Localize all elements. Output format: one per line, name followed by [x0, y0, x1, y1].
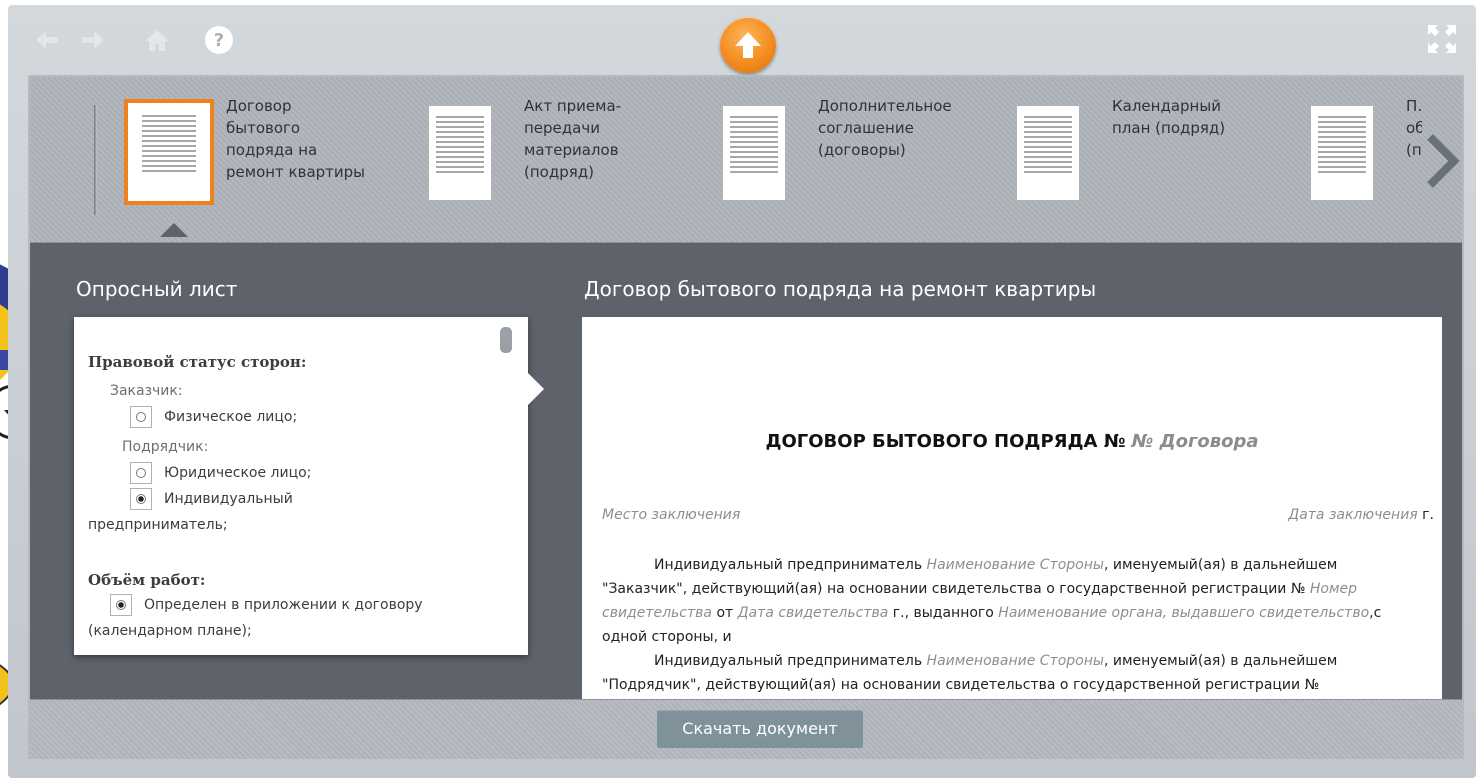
help-button[interactable]: ?: [204, 25, 234, 55]
contractor-label: Подрядчик:: [122, 439, 209, 455]
app-root: ? Договор бытового подряда на ремонт ква…: [0, 0, 1481, 781]
document-label: Дополнительное соглашение (договоры): [818, 97, 952, 159]
bottom-bar: Скачать документ: [30, 699, 1462, 759]
radio-label: Физическое лицо;: [164, 409, 298, 425]
radio-volume-appendix[interactable]: Определен в приложении к договору: [110, 593, 423, 617]
main-panel: Договор бытового подряда на ремонт кварт…: [28, 75, 1464, 759]
download-button[interactable]: Скачать документ: [657, 710, 863, 748]
document-label: Акт приема-передачи материалов (подряд): [524, 97, 622, 181]
issuer-placeholder[interactable]: Наименование органа, выдавшего свидетель…: [998, 605, 1369, 621]
radio-label-continued: (календарном плане);: [88, 623, 252, 639]
question-legal-status: Правовой статус сторон:: [88, 353, 307, 371]
app-frame: ? Договор бытового подряда на ремонт ква…: [8, 5, 1476, 778]
paragraph-customer: Индивидуальный предприниматель Наименова…: [602, 553, 1422, 649]
document-carousel: Договор бытового подряда на ремонт кварт…: [30, 77, 1462, 243]
paragraph-contractor: Индивидуальный предприниматель Наименова…: [602, 649, 1422, 697]
document-heading: ДОГОВОР БЫТОВОГО ПОДРЯДА № № Договора: [582, 431, 1442, 452]
question-work-volume: Объём работ:: [88, 571, 206, 589]
date-line: Дата заключения г.: [1288, 507, 1434, 523]
home-icon: [145, 30, 169, 51]
document-thumbnail: [428, 105, 492, 201]
back-button[interactable]: [32, 25, 62, 55]
place-placeholder[interactable]: Место заключения: [602, 507, 740, 523]
panel-pointer: [528, 373, 544, 405]
scrollbar-thumb[interactable]: [500, 327, 512, 353]
document-thumbnail: [1310, 105, 1374, 201]
document-label: Календарный план (подряд): [1112, 97, 1226, 137]
radio-label: Индивидуальный: [164, 491, 293, 507]
fullscreen-icon[interactable]: [1426, 23, 1458, 55]
document-label: Договор бытового подряда на ремонт кварт…: [226, 97, 366, 181]
upload-icon: [735, 32, 761, 58]
text: Индивидуальный предприниматель: [654, 653, 927, 669]
upload-button[interactable]: [720, 17, 776, 73]
document-thumbnail: [722, 105, 786, 201]
top-toolbar: ?: [8, 5, 1476, 75]
contract-number-placeholder[interactable]: № Договора: [1132, 431, 1259, 452]
active-document-pointer: [160, 223, 188, 237]
survey-panel: Правовой статус сторон: Заказчик: Физиче…: [74, 317, 528, 655]
arrow-right-icon: [82, 31, 104, 49]
radio-label: Юридическое лицо;: [164, 465, 312, 481]
party-name-placeholder[interactable]: Наименование Стороны: [927, 557, 1104, 573]
radio-button[interactable]: [110, 594, 132, 616]
survey-title: Опросный лист: [76, 277, 238, 301]
customer-label: Заказчик:: [110, 383, 183, 399]
date-placeholder[interactable]: Дата заключения: [1288, 507, 1417, 523]
heading-text: ДОГОВОР БЫТОВОГО ПОДРЯДА №: [765, 431, 1132, 452]
help-icon: ?: [205, 26, 233, 54]
document-thumbnail: [1016, 105, 1080, 201]
certificate-date-placeholder[interactable]: Дата свидетельства: [738, 605, 889, 621]
radio-customer-individual[interactable]: Физическое лицо;: [130, 405, 297, 429]
text: Индивидуальный предприниматель: [654, 557, 927, 573]
radio-button[interactable]: [130, 406, 152, 428]
document-thumbnail: [124, 99, 214, 205]
text: г., выданного: [888, 605, 999, 621]
preview-title: Договор бытового подряда на ремонт кварт…: [584, 277, 1097, 301]
text: от: [712, 605, 738, 621]
arrow-left-icon: [36, 31, 58, 49]
document-item-truncated[interactable]: П… об… (п…: [1310, 95, 1422, 235]
document-label: П… об… (п…: [1406, 97, 1422, 159]
radio-label-continued: предприниматель;: [88, 517, 228, 533]
radio-button[interactable]: [130, 462, 152, 484]
home-button[interactable]: [142, 25, 172, 55]
date-suffix: г.: [1417, 507, 1434, 523]
chevron-right-icon[interactable]: [1424, 133, 1460, 189]
forward-button[interactable]: [78, 25, 108, 55]
svg-text:?: ?: [214, 30, 224, 51]
carousel-left-edge: [94, 105, 97, 215]
radio-button[interactable]: [130, 488, 152, 510]
radio-contractor-legal[interactable]: Юридическое лицо;: [130, 461, 311, 485]
radio-contractor-entrepreneur[interactable]: Индивидуальный: [130, 487, 293, 511]
radio-label: Определен в приложении к договору: [144, 597, 423, 613]
document-body: Индивидуальный предприниматель Наименова…: [602, 553, 1422, 697]
document-preview: ДОГОВОР БЫТОВОГО ПОДРЯДА № № Договора Ме…: [582, 317, 1442, 699]
party-name-placeholder[interactable]: Наименование Стороны: [927, 653, 1104, 669]
